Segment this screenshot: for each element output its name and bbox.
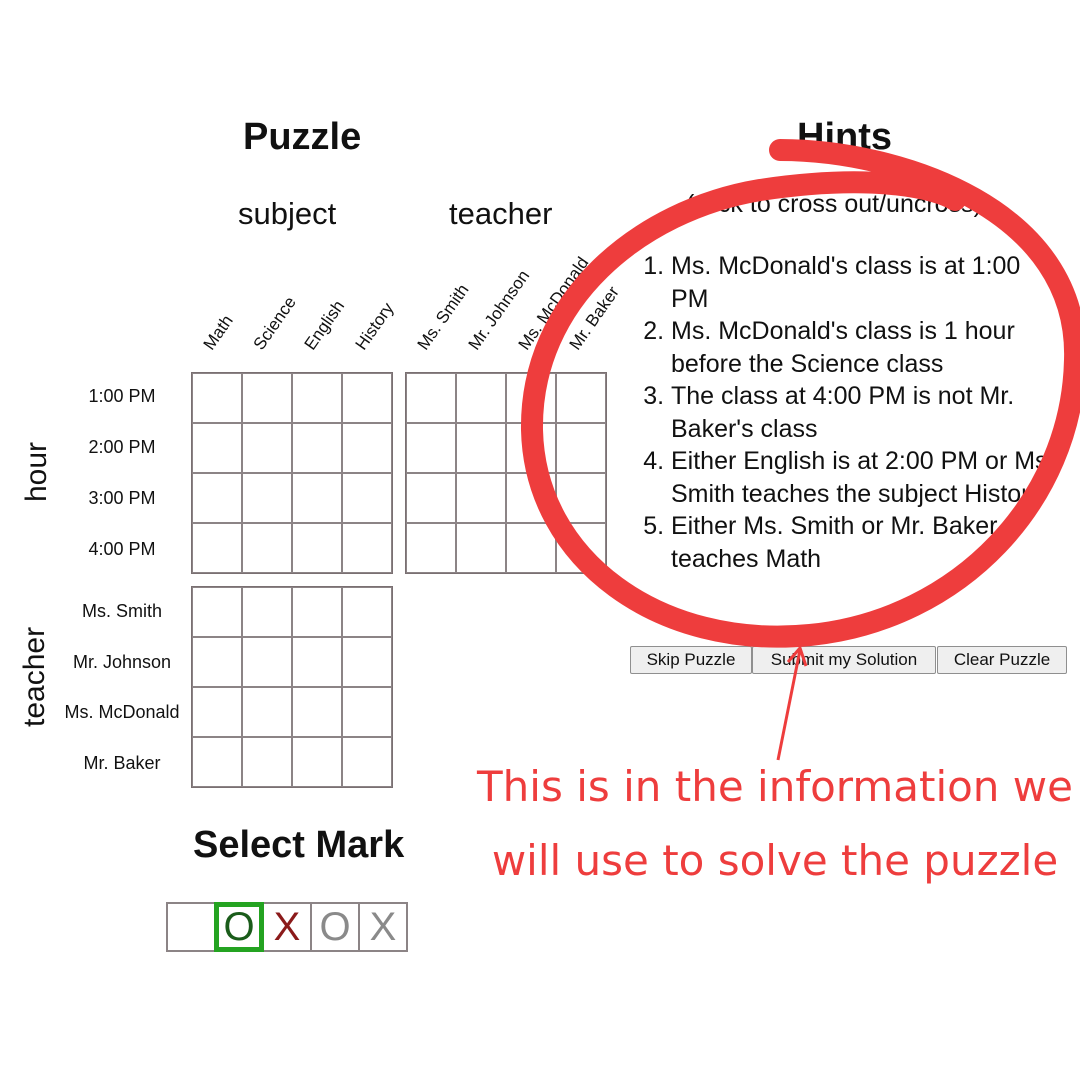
- grid-cell[interactable]: [556, 373, 606, 423]
- grid-cell[interactable]: [192, 423, 242, 473]
- puzzle-title: Puzzle: [243, 116, 362, 158]
- grid-cell[interactable]: [506, 423, 556, 473]
- clear-puzzle-button[interactable]: Clear Puzzle: [937, 646, 1067, 674]
- grid-cell[interactable]: [192, 637, 242, 687]
- grid-cell[interactable]: [456, 473, 506, 523]
- grid-cell[interactable]: [506, 373, 556, 423]
- mark-option[interactable]: X: [262, 902, 312, 952]
- grid-cell[interactable]: [192, 587, 242, 637]
- grid-cell[interactable]: [242, 637, 292, 687]
- grid-cell[interactable]: [292, 423, 342, 473]
- row-label: 3:00 PM: [88, 488, 156, 508]
- annotation-text-line-1: This is in the information we: [477, 762, 1073, 811]
- teacher-category-label: teacher: [449, 196, 553, 231]
- grid-cell[interactable]: [556, 423, 606, 473]
- grid-cell[interactable]: [456, 523, 506, 573]
- grid-cell[interactable]: [342, 423, 392, 473]
- grid-cell[interactable]: [242, 473, 292, 523]
- grid-cell[interactable]: [342, 687, 392, 737]
- grid-cell[interactable]: [456, 423, 506, 473]
- grid-cell[interactable]: [192, 473, 242, 523]
- grid-cell[interactable]: [406, 423, 456, 473]
- mark-symbol: O: [319, 904, 351, 949]
- column-label: Mr. Baker: [565, 282, 623, 354]
- grid-cell[interactable]: [242, 587, 292, 637]
- hints-title: Hints: [797, 116, 892, 158]
- grid-cell[interactable]: [406, 373, 456, 423]
- grid-cell[interactable]: [556, 473, 606, 523]
- grid-cell[interactable]: [342, 637, 392, 687]
- row-label: 1:00 PM: [88, 386, 156, 406]
- hour-subject-grid: [191, 372, 393, 574]
- hint-item[interactable]: Either English is at 2:00 PM or Ms. Smit…: [671, 445, 1060, 510]
- column-label: History: [351, 299, 398, 354]
- grid-cell[interactable]: [192, 687, 242, 737]
- teacher-subject-grid: [191, 586, 393, 788]
- row-label: Mr. Baker: [83, 753, 161, 773]
- grid-cell[interactable]: [556, 523, 606, 573]
- mark-option[interactable]: [166, 902, 216, 952]
- select-mark-title: Select Mark: [193, 824, 405, 866]
- column-label: English: [300, 296, 349, 354]
- grid-cell[interactable]: [242, 523, 292, 573]
- mark-selector: O X O X: [166, 902, 408, 952]
- subject-category-label: subject: [238, 196, 337, 231]
- grid-cell[interactable]: [242, 687, 292, 737]
- grid-cell[interactable]: [406, 473, 456, 523]
- grid-cell[interactable]: [506, 473, 556, 523]
- row-label: Ms. McDonald: [64, 702, 180, 722]
- grid-cell[interactable]: [192, 373, 242, 423]
- grid-cell[interactable]: [342, 523, 392, 573]
- hint-item[interactable]: Ms. McDonald's class is 1 hour before th…: [671, 315, 1060, 380]
- grid-cell[interactable]: [192, 523, 242, 573]
- skip-puzzle-button[interactable]: Skip Puzzle: [630, 646, 752, 674]
- grid-cell[interactable]: [292, 737, 342, 787]
- grid-cell[interactable]: [456, 373, 506, 423]
- hints-subtitle: (click to cross out/uncross): [686, 190, 982, 218]
- grid-cell[interactable]: [242, 423, 292, 473]
- grid-cell[interactable]: [406, 523, 456, 573]
- grid-cell[interactable]: [292, 687, 342, 737]
- row-label: 2:00 PM: [88, 437, 156, 457]
- grid-cell[interactable]: [242, 373, 292, 423]
- submit-solution-button[interactable]: Submit my Solution: [752, 646, 936, 674]
- grid-cell[interactable]: [292, 373, 342, 423]
- column-label: Math: [199, 311, 237, 354]
- row-label: Mr. Johnson: [72, 652, 172, 672]
- hour-teacher-grid: [405, 372, 607, 574]
- mark-symbol: X: [369, 904, 397, 949]
- mark-option[interactable]: O: [310, 902, 360, 952]
- row-label: Ms. Smith: [81, 601, 162, 621]
- grid-cell[interactable]: [342, 473, 392, 523]
- grid-cell[interactable]: [342, 587, 392, 637]
- annotation-text-line-2: will use to solve the puzzle: [491, 836, 1059, 885]
- grid-cell[interactable]: [292, 473, 342, 523]
- grid-cell[interactable]: [506, 523, 556, 573]
- hint-item[interactable]: The class at 4:00 PM is not Mr. Baker's …: [671, 380, 1060, 445]
- hints-list: Ms. McDonald's class is at 1:00 PM Ms. M…: [640, 250, 1060, 575]
- mark-option[interactable]: X: [358, 902, 408, 952]
- grid-cell[interactable]: [292, 587, 342, 637]
- mark-symbol: O: [223, 904, 255, 949]
- grid-cell[interactable]: [342, 737, 392, 787]
- mark-symbol: X: [273, 904, 301, 949]
- grid-cell[interactable]: [292, 523, 342, 573]
- grid-cell[interactable]: [342, 373, 392, 423]
- grid-cell[interactable]: [242, 737, 292, 787]
- column-label: Science: [249, 292, 300, 354]
- grid-cell[interactable]: [292, 637, 342, 687]
- row-label: 4:00 PM: [88, 539, 156, 559]
- mark-option[interactable]: O: [214, 902, 264, 952]
- hint-item[interactable]: Ms. McDonald's class is at 1:00 PM: [671, 250, 1060, 315]
- grid-cell[interactable]: [192, 737, 242, 787]
- hint-item[interactable]: Either Ms. Smith or Mr. Baker teaches Ma…: [671, 510, 1060, 575]
